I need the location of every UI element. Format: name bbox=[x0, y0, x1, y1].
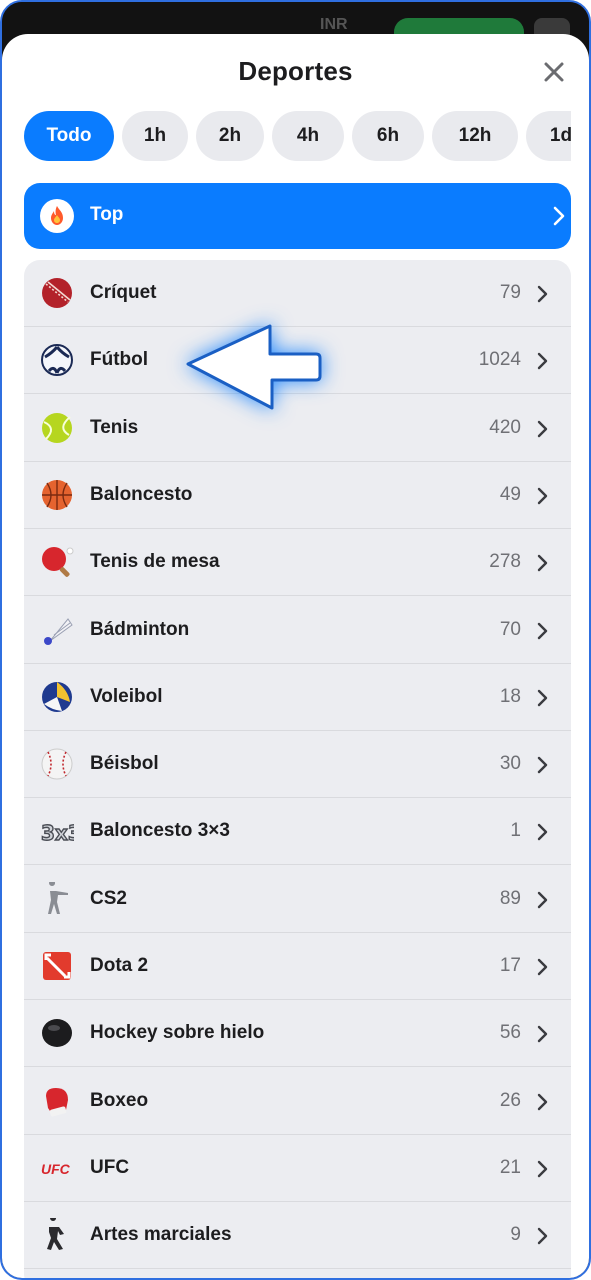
currency-selector[interactable]: INR bbox=[320, 16, 348, 34]
event-count: 9 bbox=[510, 1224, 521, 1246]
svg-text:UFC: UFC bbox=[41, 1161, 71, 1177]
tennis-ball-icon bbox=[42, 412, 72, 443]
filter-chip-todo[interactable]: Todo bbox=[24, 111, 114, 161]
hockey-puck-icon bbox=[42, 1019, 72, 1048]
sport-name: Tenis de mesa bbox=[90, 551, 220, 573]
sport-name: Críquet bbox=[90, 282, 157, 303]
top-label: Top bbox=[90, 204, 124, 225]
phone-frame: INR Deportes Todo 1h 2h 4h 6h 12h 1d Top Críqu… bbox=[0, 0, 591, 1280]
event-count: 89 bbox=[499, 887, 521, 909]
fire-icon bbox=[40, 199, 74, 233]
sport-name: Artes marciales bbox=[90, 1224, 232, 1246]
sport-name: Béisbol bbox=[90, 753, 159, 775]
event-count: 56 bbox=[499, 1022, 521, 1044]
sport-row[interactable]: Bádminton 70 bbox=[24, 597, 571, 664]
event-count: 1024 bbox=[478, 349, 521, 371]
event-count: 1 bbox=[510, 820, 521, 842]
basketball-3x3-icon: 3x3 bbox=[40, 821, 74, 846]
event-count: 21 bbox=[499, 1156, 521, 1178]
chevron-right-icon bbox=[537, 1093, 548, 1110]
event-count: 18 bbox=[499, 685, 521, 707]
chevron-right-icon bbox=[537, 689, 548, 706]
event-count: 79 bbox=[499, 282, 521, 303]
chevron-right-icon bbox=[537, 958, 548, 976]
sport-row[interactable]: Baloncesto 49 bbox=[24, 462, 571, 529]
chevron-right-icon bbox=[537, 420, 548, 437]
sport-row[interactable]: Artes marciales 9 bbox=[24, 1202, 571, 1270]
sport-name: Boxeo bbox=[90, 1089, 149, 1111]
sports-sheet: Deportes Todo 1h 2h 4h 6h 12h 1d Top Críquet 79… bbox=[2, 34, 589, 1278]
baseball-icon bbox=[41, 748, 73, 780]
event-count: 49 bbox=[499, 483, 521, 505]
svg-text:3x3: 3x3 bbox=[41, 821, 74, 845]
sport-row[interactable]: Tenis 420 bbox=[24, 395, 571, 462]
chevron-right-icon bbox=[537, 285, 548, 303]
event-count: 420 bbox=[489, 416, 521, 438]
soldier-icon bbox=[48, 881, 68, 914]
basketball-icon bbox=[42, 479, 72, 510]
chevron-right-icon bbox=[537, 487, 548, 505]
sport-name: Hockey sobre hielo bbox=[90, 1022, 265, 1044]
sport-row[interactable]: Boxeo 26 bbox=[24, 1068, 571, 1135]
filter-chip-6h[interactable]: 6h bbox=[352, 111, 424, 161]
sport-name: Baloncesto bbox=[90, 483, 193, 505]
event-count: 30 bbox=[499, 753, 521, 775]
sport-name: Fútbol bbox=[90, 349, 149, 371]
sport-name: Bádminton bbox=[90, 618, 190, 640]
sport-name: CS2 bbox=[90, 887, 127, 909]
boxing-glove-icon bbox=[46, 1087, 68, 1117]
chevron-right-icon bbox=[537, 824, 548, 841]
martial-arts-icon bbox=[47, 1218, 64, 1251]
chevron-right-icon bbox=[537, 353, 548, 370]
sport-row[interactable]: 3x3 Baloncesto 3×3 1 bbox=[24, 798, 571, 866]
sport-name: Dota 2 bbox=[90, 955, 149, 976]
sport-row[interactable]: Hockey sobre hielo 56 bbox=[24, 1000, 571, 1068]
sport-row[interactable]: Béisbol 30 bbox=[24, 731, 571, 799]
filter-chip-12h[interactable]: 12h bbox=[432, 111, 518, 161]
chevron-right-icon bbox=[553, 206, 565, 226]
sport-row[interactable]: Dota 2 17 bbox=[24, 933, 571, 1000]
event-count: 70 bbox=[499, 618, 521, 640]
sport-name: Baloncesto 3×3 bbox=[90, 820, 230, 842]
chevron-right-icon bbox=[537, 622, 548, 639]
sport-name: UFC bbox=[90, 1156, 130, 1178]
sport-name: Voleibol bbox=[90, 685, 163, 707]
shuttlecock-icon bbox=[44, 617, 73, 645]
sport-row[interactable]: Críquet 79 bbox=[24, 260, 571, 327]
event-count: 17 bbox=[499, 955, 521, 976]
chevron-right-icon bbox=[537, 1160, 548, 1178]
filter-chip-1h[interactable]: 1h bbox=[122, 111, 188, 161]
chevron-right-icon bbox=[537, 554, 548, 572]
sport-row[interactable]: CS2 89 bbox=[24, 866, 571, 933]
chevron-right-icon bbox=[537, 1227, 548, 1245]
soccer-ball-icon bbox=[41, 344, 73, 377]
event-count: 278 bbox=[489, 551, 521, 573]
chevron-right-icon bbox=[537, 1026, 548, 1043]
filter-chip-1d[interactable]: 1d bbox=[526, 111, 571, 161]
ufc-logo-icon: UFC bbox=[41, 1161, 71, 1177]
sport-name: Tenis bbox=[90, 416, 139, 438]
filter-chip-2h[interactable]: 2h bbox=[196, 111, 264, 161]
sport-row[interactable]: Voleibol 18 bbox=[24, 664, 571, 731]
ping-pong-paddle-icon bbox=[42, 547, 74, 578]
top-sports-button[interactable]: Top bbox=[24, 183, 571, 249]
chevron-right-icon bbox=[537, 891, 548, 908]
sport-row[interactable]: Fútbol 1024 bbox=[24, 327, 571, 395]
sheet-title: Deportes bbox=[238, 56, 353, 86]
sport-row[interactable]: Tenis de mesa 278 bbox=[24, 529, 571, 597]
time-filter-bar: Todo 1h 2h 4h 6h 12h 1d bbox=[24, 111, 571, 163]
row-divider bbox=[24, 1268, 571, 1270]
sport-row[interactable]: UFC UFC 21 bbox=[24, 1135, 571, 1202]
event-count: 26 bbox=[499, 1089, 521, 1111]
dota-logo-icon bbox=[43, 952, 71, 980]
sports-list: Críquet 79 Fútbol 1024 Tenis 420 Baloncesto 49 T… bbox=[24, 260, 571, 1278]
cricket-ball-icon bbox=[42, 278, 72, 308]
filter-chip-4h[interactable]: 4h bbox=[272, 111, 344, 161]
chevron-right-icon bbox=[537, 756, 548, 774]
close-icon[interactable] bbox=[540, 58, 568, 86]
volleyball-icon bbox=[42, 681, 72, 712]
